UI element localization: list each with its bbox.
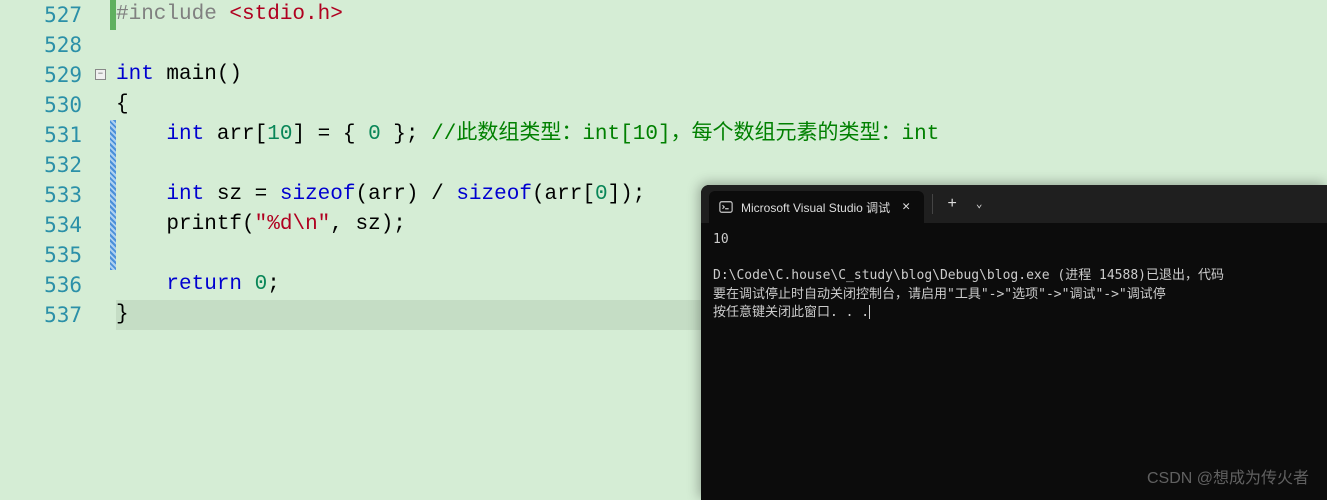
change-marker-modified [110, 120, 116, 270]
line-gutter: 527 528 529 530 531 532 533 534 535 536 … [0, 0, 92, 500]
code-line: int main() [116, 60, 1327, 90]
line-number[interactable]: 534 [0, 210, 92, 240]
line-number[interactable]: 535 [0, 240, 92, 270]
text-cursor [869, 305, 870, 319]
line-number[interactable]: 530 [0, 90, 92, 120]
line-number[interactable]: 528 [0, 30, 92, 60]
code-line: { [116, 90, 1327, 120]
line-number[interactable]: 537 [0, 300, 92, 330]
line-number[interactable]: 533 [0, 180, 92, 210]
fold-toggle-icon[interactable]: − [95, 69, 106, 80]
fold-column: − [92, 0, 110, 500]
code-line: int arr[10] = { 0 }; //此数组类型：int[10]，每个数… [116, 120, 1327, 150]
watermark-text: CSDN @想成为传火者 [1147, 464, 1309, 488]
line-number[interactable]: 527 [0, 0, 92, 30]
console-output[interactable]: 10 D:\Code\C.house\C_study\blog\Debug\bl… [701, 223, 1327, 330]
line-number[interactable]: 531 [0, 120, 92, 150]
change-indicator-column [110, 0, 116, 500]
line-number[interactable]: 532 [0, 150, 92, 180]
code-line [116, 150, 1327, 180]
debug-console-window[interactable]: Microsoft Visual Studio 调试 ✕ + ⌄ 10 D:\C… [701, 185, 1327, 500]
code-line: #include <stdio.h> [116, 0, 1327, 30]
new-tab-button[interactable]: + [937, 195, 967, 213]
console-tab[interactable]: Microsoft Visual Studio 调试 ✕ [709, 191, 924, 223]
tab-divider [932, 194, 933, 214]
terminal-icon [719, 200, 733, 214]
console-tab-title: Microsoft Visual Studio 调试 [741, 199, 890, 216]
close-icon[interactable]: ✕ [898, 199, 914, 215]
change-marker-saved [110, 0, 116, 30]
line-number[interactable]: 536 [0, 270, 92, 300]
code-line [116, 30, 1327, 60]
tab-dropdown-icon[interactable]: ⌄ [967, 197, 991, 211]
console-titlebar[interactable]: Microsoft Visual Studio 调试 ✕ + ⌄ [701, 185, 1327, 223]
line-number[interactable]: 529 [0, 60, 92, 90]
